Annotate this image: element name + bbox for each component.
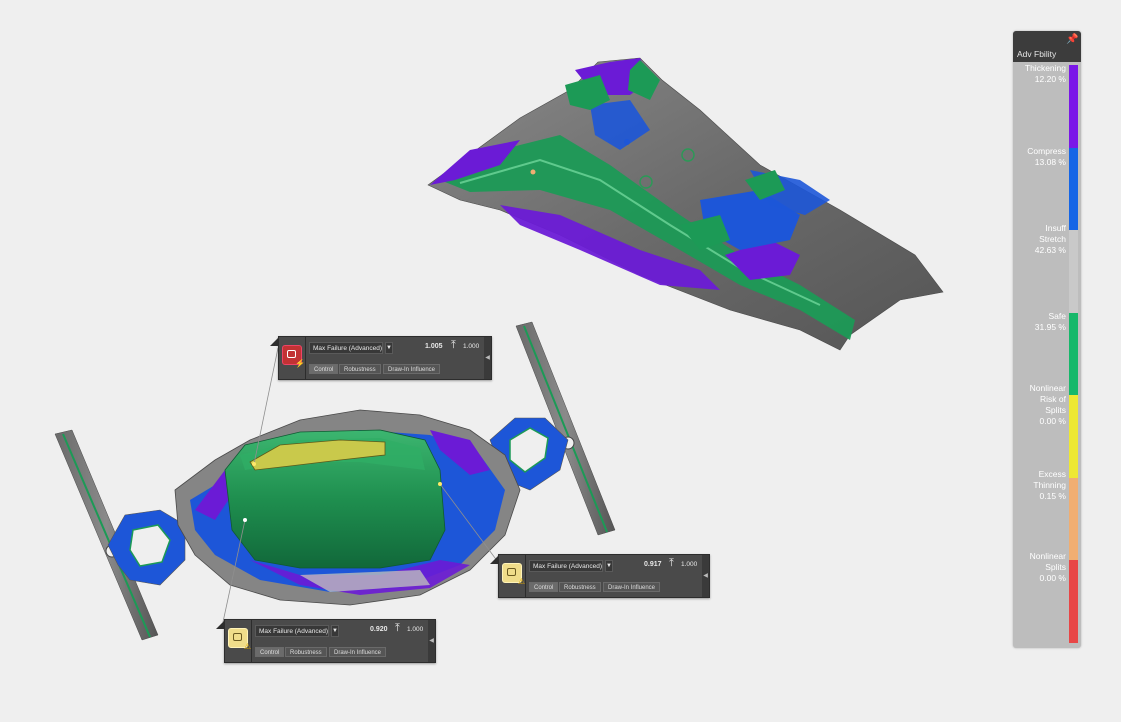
legend-label: Nonlinear Splits 0.00 % <box>1029 551 1066 583</box>
threshold-icon: ⤒ <box>669 557 674 569</box>
threshold-value: 1.000 <box>681 561 698 568</box>
criterion-select[interactable]: Max Failure (Advanced) <box>255 625 329 637</box>
panel-pointer <box>216 620 225 629</box>
legend-label: Safe 31.95 % <box>1034 311 1066 332</box>
tab-draw-in-influence[interactable]: Draw-In Influence <box>603 582 661 592</box>
tab-control[interactable]: Control <box>529 582 559 592</box>
legend-color-bar <box>1069 395 1078 478</box>
panel-pointer <box>270 337 279 346</box>
criterion-select[interactable]: Max Failure (Advanced) <box>529 560 603 572</box>
tab-robustness[interactable]: Robustness <box>559 582 601 592</box>
threshold-icon: ⤒ <box>451 339 456 351</box>
pin-icon[interactable]: 📌 <box>1066 34 1078 45</box>
legend-label: Thickening 12.20 % <box>1024 63 1066 84</box>
legend-color-bar <box>1069 313 1078 395</box>
legend-header[interactable]: 📌 Adv Fbility <box>1013 31 1081 62</box>
threshold-value: 1.000 <box>463 343 480 350</box>
legend-color-bar <box>1069 230 1078 313</box>
failure-panel-2[interactable]: ⚠ Max Failure (Advanced) ▼ 0.917 ⤒ 1.000… <box>490 554 710 598</box>
threshold-value: 1.000 <box>407 626 424 633</box>
caution-icon[interactable]: ⚠ <box>228 628 251 651</box>
tab-draw-in-influence[interactable]: Draw-In Influence <box>383 364 441 374</box>
legend-label: Insuff Stretch 42.63 % <box>1034 223 1066 255</box>
chevron-down-icon[interactable]: ▼ <box>605 560 613 572</box>
3d-viewport[interactable] <box>0 0 1121 722</box>
legend-label: Nonlinear Risk of Splits 0.00 % <box>1029 383 1066 426</box>
legend-label: Compress 13.08 % <box>1027 146 1066 167</box>
caution-icon[interactable]: ⚠ <box>502 563 525 586</box>
legend-title: Adv Fbility <box>1017 49 1057 59</box>
failure-value: 0.920 <box>370 626 388 633</box>
failure-panel-3[interactable]: ⚠ Max Failure (Advanced) ▼ 0.920 ⤒ 1.000… <box>216 619 436 663</box>
collapse-arrow-icon[interactable]: ◀ <box>484 337 491 379</box>
chevron-down-icon[interactable]: ▼ <box>331 625 339 637</box>
tab-robustness[interactable]: Robustness <box>285 647 327 657</box>
formability-legend[interactable]: 📌 Adv Fbility Thickening 12.20 % Compress… <box>1013 31 1081 648</box>
tab-draw-in-influence[interactable]: Draw-In Influence <box>329 647 387 657</box>
legend-label: Excess Thinning 0.15 % <box>1033 469 1066 501</box>
failure-panel-1[interactable]: ⚡ Max Failure (Advanced) ▼ 1.005 ⤒ 1.000… <box>270 336 492 380</box>
failure-value: 1.005 <box>425 343 443 350</box>
legend-color-bar <box>1069 478 1078 560</box>
legend-color-bar <box>1069 148 1078 230</box>
failure-value: 0.917 <box>644 561 662 568</box>
tab-robustness[interactable]: Robustness <box>339 364 381 374</box>
tab-control[interactable]: Control <box>255 647 285 657</box>
collapse-arrow-icon[interactable]: ◀ <box>428 620 435 662</box>
collapse-arrow-icon[interactable]: ◀ <box>702 555 709 597</box>
upper-stamped-part[interactable] <box>427 57 944 351</box>
legend-color-bar <box>1069 65 1078 148</box>
criterion-select[interactable]: Max Failure (Advanced) <box>309 342 383 354</box>
legend-color-bar <box>1069 560 1078 643</box>
threshold-icon: ⤒ <box>395 622 400 634</box>
split-warning-icon[interactable]: ⚡ <box>282 345 305 368</box>
panel-pointer <box>490 555 499 564</box>
tab-control[interactable]: Control <box>309 364 339 374</box>
chevron-down-icon[interactable]: ▼ <box>385 342 393 354</box>
